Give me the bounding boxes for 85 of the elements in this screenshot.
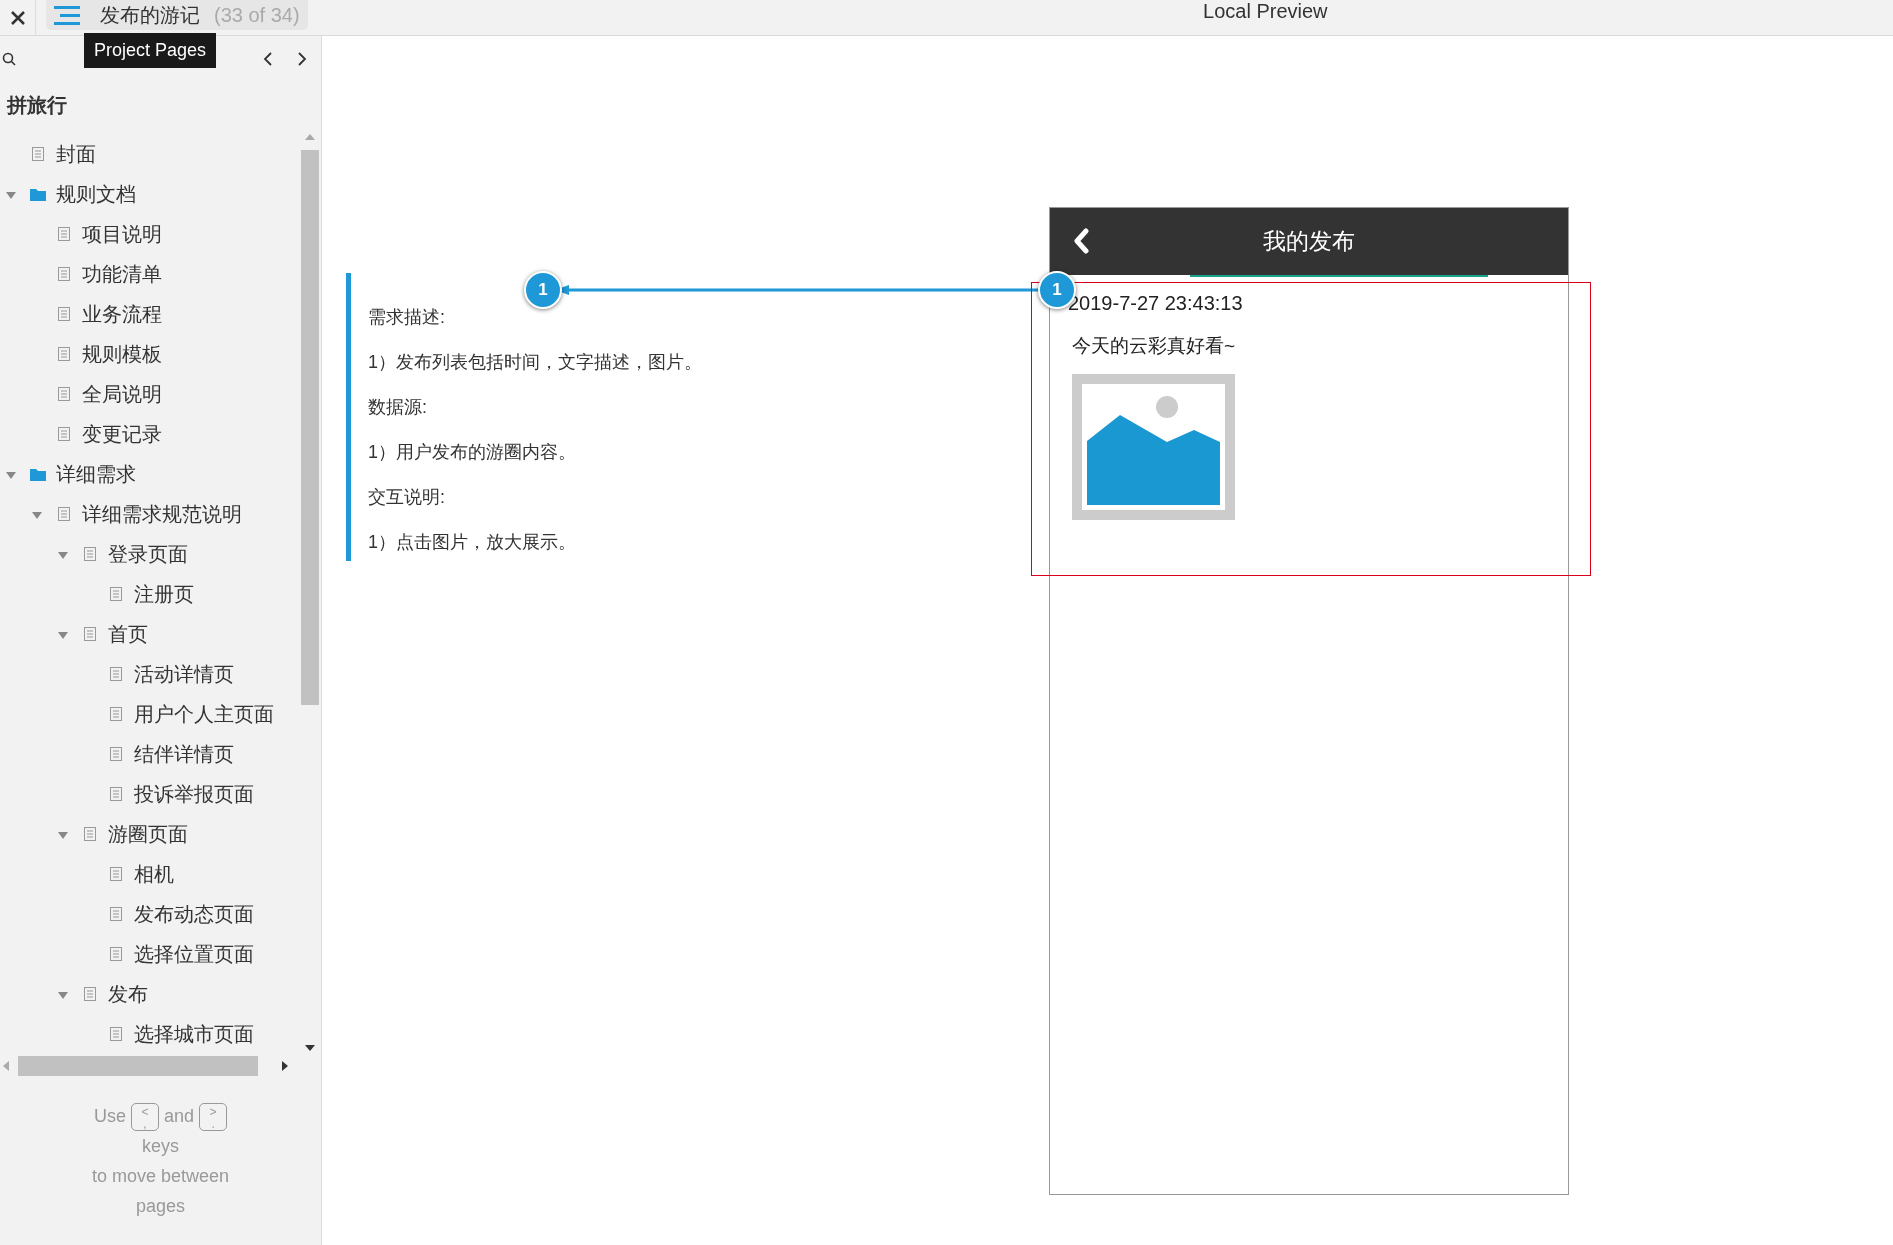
- hint-text: and: [164, 1106, 195, 1126]
- tree-item[interactable]: 全局说明: [0, 374, 299, 414]
- menu-icon[interactable]: [54, 4, 80, 26]
- caret-icon[interactable]: [32, 512, 42, 520]
- tree-item[interactable]: 首页: [0, 614, 299, 654]
- tree-item[interactable]: 规则模板: [0, 334, 299, 374]
- page-selector[interactable]: 发布的游记 (33 of 34): [46, 0, 308, 30]
- tree-item[interactable]: 业务流程: [0, 294, 299, 334]
- back-icon[interactable]: [1072, 228, 1090, 254]
- page-icon: [110, 747, 122, 761]
- tooltip: Project Pages: [84, 33, 217, 68]
- page-icon: [110, 907, 122, 921]
- tree-item[interactable]: 活动详情页: [0, 654, 299, 694]
- page-icon: [84, 547, 96, 561]
- tree-item[interactable]: 发布动态页面: [0, 894, 299, 934]
- annotation-text: 1）点击图片，放大展示。: [368, 531, 576, 554]
- scroll-left-icon[interactable]: [3, 1061, 9, 1071]
- page-icon: [110, 867, 122, 881]
- post-text: 今天的云彩真好看~: [1072, 334, 1236, 358]
- next-page-icon[interactable]: [297, 51, 307, 67]
- page-icon: [84, 987, 96, 1001]
- annotation-text: 交互说明:: [368, 486, 445, 509]
- image-placeholder[interactable]: [1072, 374, 1235, 520]
- page-icon: [110, 1027, 122, 1041]
- page-icon: [110, 787, 122, 801]
- tree-item[interactable]: 功能清单: [0, 254, 299, 294]
- preview-title: Local Preview: [1203, 0, 1328, 22]
- page-icon: [110, 587, 122, 601]
- page-icon: [58, 507, 70, 521]
- page-icon: [110, 667, 122, 681]
- scroll-up-icon[interactable]: [305, 134, 315, 140]
- close-icon[interactable]: [9, 10, 26, 26]
- caret-icon[interactable]: [58, 992, 68, 1000]
- tree-item[interactable]: 封面: [0, 134, 299, 174]
- key-cap: < ,: [130, 1103, 159, 1132]
- tree-item[interactable]: 变更记录: [0, 414, 299, 454]
- page-icon: [58, 427, 70, 441]
- caret-icon[interactable]: [6, 472, 16, 480]
- caret-icon[interactable]: [58, 632, 68, 640]
- page-icon: [58, 267, 70, 281]
- tree-item[interactable]: 投诉举报页面: [0, 774, 299, 814]
- tree-item[interactable]: 结伴详情页: [0, 734, 299, 774]
- tree-item[interactable]: 用户个人主页面: [0, 694, 299, 734]
- scrollbar-thumb[interactable]: [301, 150, 319, 705]
- annotation-text: 1）发布列表包括时间，文字描述，图片。: [368, 351, 702, 374]
- annotation-text: 需求描述:: [368, 306, 445, 329]
- scroll-right-icon[interactable]: [282, 1061, 288, 1071]
- tree-item[interactable]: 注册页: [0, 574, 299, 614]
- tree-item[interactable]: 详细需求规范说明: [0, 494, 299, 534]
- hint-text: Use: [93, 1106, 126, 1126]
- hint-text: pages: [135, 1196, 185, 1217]
- page-icon: [58, 227, 70, 241]
- caret-icon[interactable]: [58, 552, 68, 560]
- tree-item[interactable]: 选择城市页面: [0, 1014, 299, 1053]
- page-icon: [32, 147, 44, 161]
- key-cap: > .: [199, 1103, 228, 1132]
- folder-icon: [30, 187, 46, 201]
- tree-item[interactable]: 登录页面: [0, 534, 299, 574]
- tree-item[interactable]: 规则文档: [0, 174, 299, 214]
- page-icon: [58, 347, 70, 361]
- page-icon: [58, 307, 70, 321]
- header-title: 我的发布: [1263, 227, 1355, 257]
- page-icon: [58, 387, 70, 401]
- page-icon: [110, 947, 122, 961]
- folder-icon: [30, 467, 46, 481]
- caret-icon[interactable]: [6, 192, 16, 200]
- tree-item[interactable]: 游圈页面: [0, 814, 299, 854]
- search-icon[interactable]: [2, 52, 16, 66]
- project-name: 拼旅行: [5, 93, 68, 118]
- tree-item[interactable]: 项目说明: [0, 214, 299, 254]
- hint-text: to move between: [91, 1166, 230, 1187]
- page-icon: [84, 627, 96, 641]
- hint-text: keys: [142, 1136, 179, 1157]
- scroll-down-icon[interactable]: [305, 1045, 315, 1051]
- annotation-text: 数据源:: [368, 396, 427, 419]
- previous-page-icon[interactable]: [263, 51, 273, 67]
- caret-icon[interactable]: [58, 832, 68, 840]
- scrollbar-thumb[interactable]: [18, 1056, 258, 1076]
- tree-item[interactable]: 发布: [0, 974, 299, 1014]
- tree-item[interactable]: 选择位置页面: [0, 934, 299, 974]
- annotation-text: 1）用户发布的游圈内容。: [368, 441, 576, 464]
- tree-item[interactable]: 相机: [0, 854, 299, 894]
- page-icon: [84, 827, 96, 841]
- page-icon: [110, 707, 122, 721]
- tree-item[interactable]: 详细需求: [0, 454, 299, 494]
